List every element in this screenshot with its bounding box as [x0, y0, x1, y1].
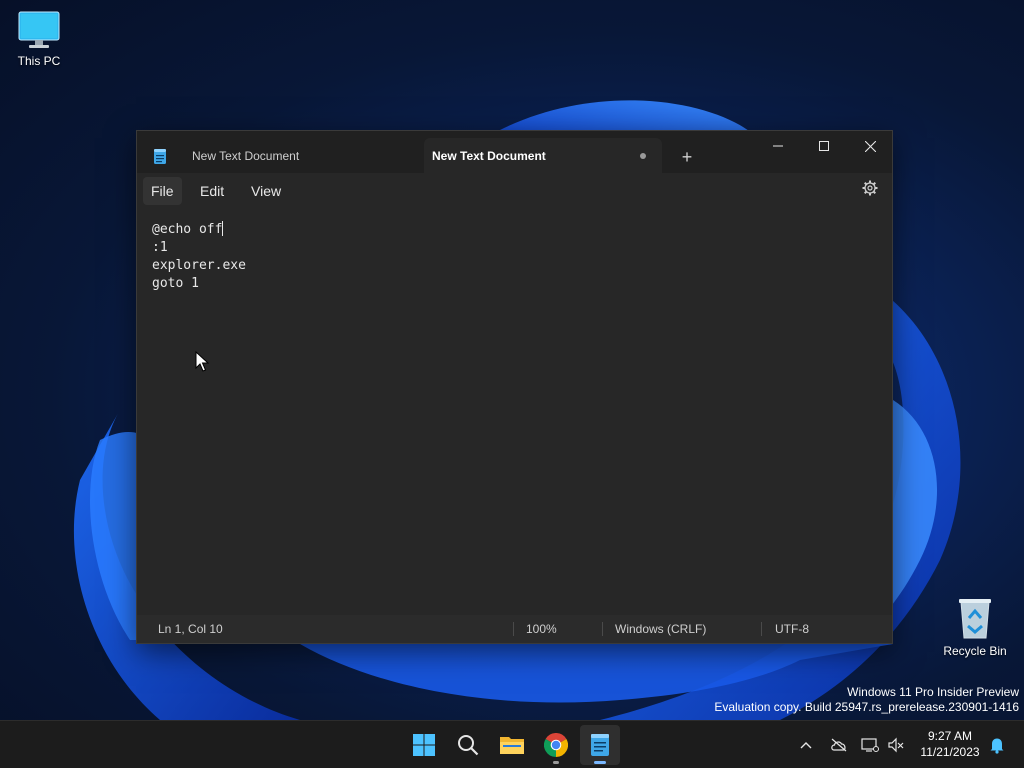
- editor-line: @echo off: [152, 221, 892, 239]
- title-bar[interactable]: New Text Document New Text Document +: [137, 131, 892, 173]
- onedrive-tray-button[interactable]: [826, 721, 852, 768]
- tab-document-2-active[interactable]: New Text Document: [424, 138, 662, 173]
- desktop-icon-label: Recycle Bin: [943, 644, 1007, 658]
- start-icon: [413, 734, 435, 756]
- running-indicator: [553, 761, 559, 764]
- tab-title: New Text Document: [432, 148, 546, 163]
- desktop-icon-recycle-bin[interactable]: Recycle Bin: [936, 596, 1014, 658]
- desktop-icon-this-pc[interactable]: This PC: [0, 10, 78, 68]
- tab-document-1[interactable]: New Text Document: [183, 138, 419, 173]
- file-explorer-button[interactable]: [492, 725, 532, 765]
- close-icon: [864, 140, 876, 152]
- status-divider: [513, 622, 514, 636]
- active-indicator: [594, 761, 606, 764]
- desktop-icon-label: This PC: [17, 54, 61, 68]
- status-cursor-position: Ln 1, Col 10: [158, 622, 223, 636]
- menu-file[interactable]: File: [143, 177, 182, 205]
- status-zoom: 100%: [526, 622, 557, 636]
- chevron-up-icon: [800, 742, 812, 749]
- monitor-icon: [18, 11, 60, 48]
- cloud-off-icon: [831, 738, 847, 752]
- close-button[interactable]: [847, 131, 893, 161]
- notepad-icon: [591, 734, 609, 756]
- status-divider: [761, 622, 762, 636]
- menu-view[interactable]: View: [243, 177, 289, 205]
- minimize-icon: [773, 145, 783, 147]
- taskbar-clock[interactable]: 9:27 AM 11/21/2023: [912, 728, 988, 760]
- taskbar: 9:27 AM 11/21/2023: [0, 720, 1024, 768]
- evaluation-watermark: Windows 11 Pro Insider Preview Evaluatio…: [714, 685, 1019, 715]
- maximize-icon: [819, 141, 829, 151]
- notepad-icon: [154, 149, 166, 164]
- notifications-button[interactable]: [986, 721, 1008, 768]
- chrome-icon: [544, 733, 568, 757]
- status-line-ending: Windows (CRLF): [615, 622, 707, 636]
- editor-line-text: @echo off: [152, 222, 223, 237]
- file-explorer-icon: [500, 737, 524, 754]
- editor-line: goto 1: [152, 276, 199, 291]
- start-button[interactable]: [404, 725, 444, 765]
- recycle-bin-icon: [959, 599, 991, 639]
- notepad-window: New Text Document New Text Document + Fi…: [136, 130, 893, 644]
- maximize-button[interactable]: [801, 131, 847, 161]
- bell-icon: [990, 738, 1004, 754]
- watermark-line-1: Windows 11 Pro Insider Preview: [847, 685, 1019, 699]
- search-icon: [458, 735, 479, 756]
- speaker-muted-icon: [888, 737, 904, 753]
- status-encoding: UTF-8: [775, 622, 809, 636]
- search-button[interactable]: [448, 725, 488, 765]
- minimize-button[interactable]: [755, 131, 801, 161]
- clock-date: 11/21/2023: [920, 745, 980, 759]
- settings-gear-icon[interactable]: [862, 180, 878, 196]
- menu-bar: File Edit View: [137, 173, 892, 207]
- editor-line: :1: [152, 240, 168, 255]
- menu-edit[interactable]: Edit: [192, 177, 232, 205]
- chrome-button[interactable]: [536, 725, 576, 765]
- new-tab-button[interactable]: +: [677, 147, 697, 167]
- clock-time: 9:27 AM: [927, 729, 973, 743]
- status-divider: [602, 622, 603, 636]
- text-caret: [222, 221, 224, 236]
- notepad-taskbar-button[interactable]: [580, 725, 620, 765]
- network-tray-button[interactable]: [858, 721, 882, 768]
- network-icon: [861, 738, 879, 752]
- editor-line: explorer.exe: [152, 258, 246, 273]
- mouse-pointer-icon: [195, 351, 209, 372]
- watermark-line-2: Evaluation copy. Build 25947.rs_prerelea…: [714, 700, 1019, 714]
- show-hidden-icons-button[interactable]: [794, 721, 818, 768]
- status-bar: Ln 1, Col 10 100% Windows (CRLF) UTF-8: [137, 615, 892, 643]
- volume-tray-button[interactable]: [884, 721, 908, 768]
- unsaved-indicator-icon[interactable]: [640, 153, 646, 159]
- text-editor-area[interactable]: @echo off :1 explorer.exe goto 1: [137, 207, 892, 615]
- tab-title: New Text Document: [192, 148, 300, 163]
